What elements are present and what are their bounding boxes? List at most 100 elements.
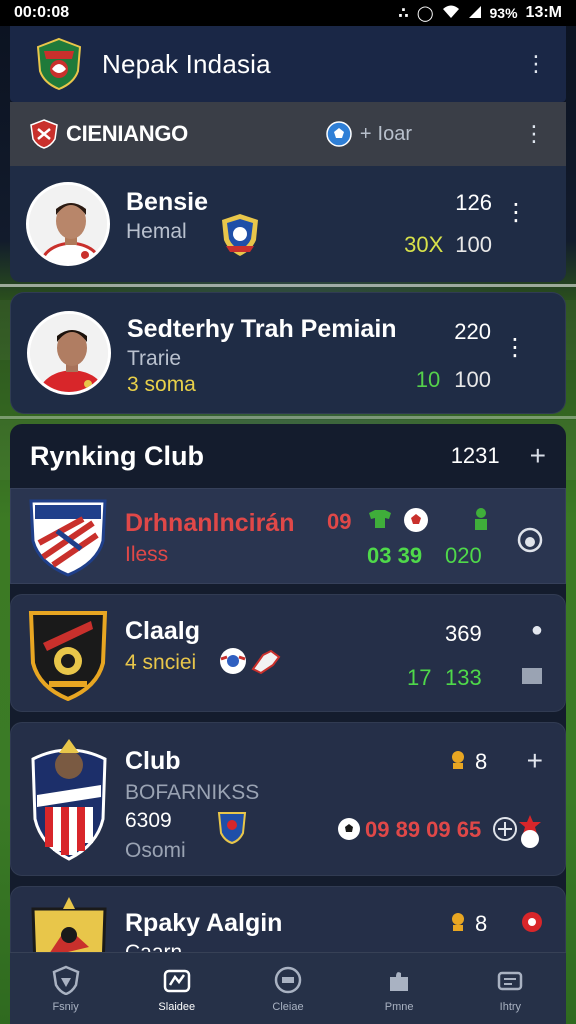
trophy-icon [498, 971, 523, 990]
signal-icon [468, 5, 482, 22]
player-highlight: 30X [404, 232, 444, 257]
player-score-bottom: 100 [454, 367, 491, 392]
header-menu-icon[interactable]: ⋮ [524, 51, 548, 77]
ball-icon [220, 648, 246, 674]
ranking-title: Rynking Club [30, 440, 204, 471]
player-small-icon [475, 508, 487, 530]
player-name: Sedterhy Trah Pemiain [127, 315, 397, 343]
club-detail: Osomi [125, 839, 186, 862]
nav-item-puzzle[interactable]: Pmne [354, 965, 444, 1013]
shield-icon [52, 965, 79, 995]
status-clock: 13:M [525, 4, 562, 21]
league-badge-icon [30, 119, 58, 149]
ball-icon [274, 966, 302, 993]
nav-label: Fsniy [52, 1000, 79, 1013]
bottom-nav: Fsniy Slaidee Cleiae Pmne Ihtry [10, 952, 566, 1024]
club-name: Drhnanlncirán [125, 509, 295, 537]
add-icon[interactable]: + [530, 440, 546, 472]
ranking-header: Rynking Club 1231 + [10, 424, 566, 488]
player-position: Trarie [127, 347, 182, 370]
player-info: Sedterhy Trah Pemiain Trarie 3 soma 220 … [127, 293, 549, 413]
app-header: Nepak Indasia ⋮ [10, 26, 566, 102]
player-card[interactable]: Sedterhy Trah Pemiain Trarie 3 soma 220 … [10, 292, 566, 414]
player-score: 220 [454, 319, 491, 344]
player-menu-icon[interactable]: ⋮ [503, 333, 527, 362]
player-score: 126 [455, 190, 492, 215]
card-icon[interactable] [521, 667, 543, 685]
trophy-icon [452, 913, 464, 931]
nav-item-shield[interactable]: Fsniy [21, 965, 111, 1013]
club-row[interactable]: Drhnanlncirán Iless 09 03 39 020 [10, 488, 566, 584]
club-badge-icon [222, 214, 258, 256]
club-stat-green2: 020 [445, 543, 482, 568]
club-crest-icon [29, 499, 107, 577]
club-stat-green: 03 39 [367, 543, 423, 568]
club-name: Claalg [125, 617, 201, 645]
league-name: CIENIANGO [66, 121, 188, 146]
nav-item-trophy[interactable]: Ihtry [465, 965, 555, 1013]
player-stats: 10 100 [416, 367, 491, 393]
ranking-panel: Rynking Club 1231 + Drhnanlncirán Iless … [10, 424, 566, 1024]
app-title: Nepak Indasia [102, 48, 271, 79]
club-code: 6309 [125, 809, 172, 832]
club-score-bottom: 133 [445, 665, 482, 690]
player-card[interactable]: Bensie Hemal 126 30X 100 ⋮ [10, 166, 566, 282]
player-stats: 30X 100 [404, 232, 492, 258]
star-ball-icon[interactable] [517, 815, 543, 849]
league-menu-icon[interactable]: ⋮ [522, 121, 546, 147]
player-avatar [27, 311, 111, 395]
battery-percent: 93% [489, 5, 518, 21]
club-row[interactable]: Club BOFARNIKSS 6309 Osomi 8 + 09 89 09 … [10, 722, 566, 876]
badge-icon[interactable] [521, 911, 543, 933]
skull-icon[interactable]: ● [531, 619, 543, 642]
ball-icon [404, 508, 428, 532]
club-row[interactable]: Claalg 4 snciei 369 17 133 ● [10, 594, 566, 712]
player-position: Hemal [126, 220, 187, 243]
club-subtitle: 4 snciei [125, 651, 197, 674]
nav-label: Pmne [384, 1000, 414, 1013]
nav-item-stadium[interactable]: Slaidee [132, 965, 222, 1013]
add-club-icon[interactable]: + [527, 745, 543, 777]
status-bar: 00:0:08 ∴ ◯ 93% 13:M [0, 0, 576, 26]
league-count: Ioar [377, 122, 412, 145]
ranking-count: 1231 [450, 443, 500, 468]
club-name: Club [125, 747, 181, 775]
player-name: Bensie [126, 188, 208, 216]
league-bar: CIENIANGO + Ioar ⋮ [10, 102, 566, 166]
club-score: 369 [445, 621, 482, 646]
alarm-icon: ◯ [416, 4, 434, 22]
player-info: Bensie Hemal 126 30X 100 ⋮ [126, 166, 550, 282]
club-crest-icon [28, 611, 108, 701]
league-plus-label[interactable]: + [360, 123, 372, 146]
status-icons: ∴ ◯ 93% 13:M [398, 4, 562, 22]
trophy-icon [452, 751, 464, 769]
player-menu-icon[interactable]: ⋮ [504, 198, 528, 227]
club-badge-icon [217, 812, 247, 845]
club-subtitle: BOFARNIKSS [125, 781, 260, 804]
pitch-line [0, 284, 576, 287]
nav-label: Slaidee [158, 1000, 196, 1013]
location-icon[interactable] [517, 527, 543, 553]
nav-label: Ihtry [499, 1000, 522, 1013]
jersey-icon [369, 510, 391, 528]
club-stat-red: 09 [327, 509, 352, 534]
boot-icon [251, 649, 281, 675]
ball-icon [338, 818, 360, 840]
wifi-icon [442, 5, 460, 22]
player-avatar [26, 182, 110, 266]
status-time: 00:0:08 [14, 4, 70, 21]
stadium-icon [163, 969, 191, 992]
pitch-line [0, 416, 576, 419]
puzzle-icon [390, 971, 409, 991]
player-games: 3 soma [127, 373, 196, 396]
club-count: 8 [475, 911, 488, 936]
ball-icon [493, 817, 517, 841]
team-crest-icon [36, 37, 82, 91]
player-score-bottom: 100 [455, 232, 492, 257]
nav-item-ball[interactable]: Cleiae [243, 965, 333, 1013]
club-count: 8 [475, 749, 488, 774]
player-highlight: 10 [415, 367, 441, 392]
nav-label: Cleiae [272, 1000, 304, 1013]
club-score-green: 17 [407, 665, 432, 690]
club-name: Rpaky Aalgin [125, 909, 283, 937]
